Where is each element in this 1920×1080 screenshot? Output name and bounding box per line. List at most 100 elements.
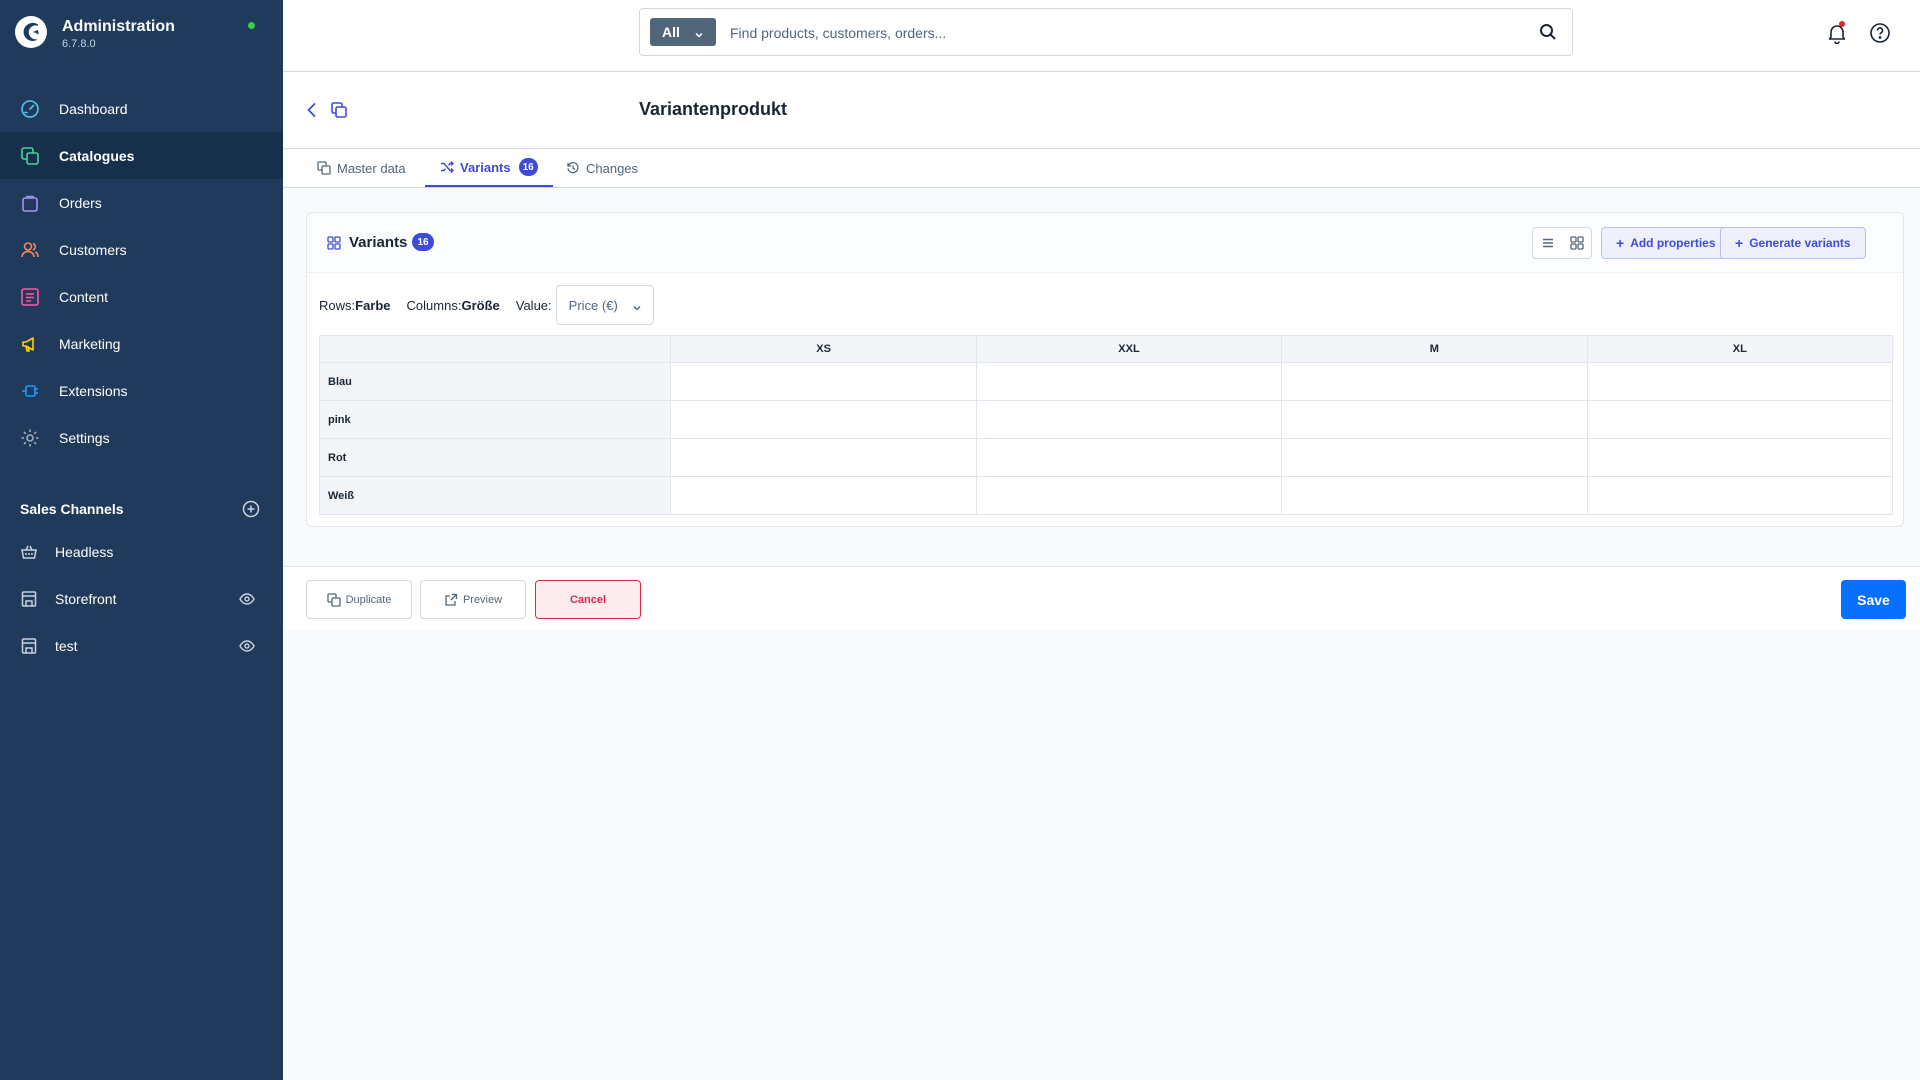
matrix-row: Rot [318, 438, 1894, 477]
sales-channel-label: test [55, 637, 78, 654]
sidebar-item-extensions[interactable]: Extensions [0, 367, 283, 414]
chevron-down-icon [694, 27, 704, 38]
preview-eye-icon[interactable] [239, 638, 255, 654]
sidebar-item-orders[interactable]: Orders [0, 179, 283, 226]
preview-button[interactable]: Preview [420, 580, 526, 619]
view-mode-toggle [1532, 227, 1592, 259]
matrix-cell[interactable] [670, 438, 977, 477]
matrix-cell[interactable] [1586, 362, 1894, 401]
app-title: Administration [62, 18, 175, 35]
shopware-logo-icon[interactable] [14, 15, 48, 49]
extensions-plug-icon [20, 381, 40, 401]
generate-variants-label: Generate variants [1749, 236, 1851, 250]
preview-label: Preview [462, 593, 503, 606]
tab-changes[interactable]: Changes [566, 149, 638, 187]
matrix-cell[interactable] [1586, 438, 1894, 477]
plus-icon: + [1735, 235, 1744, 251]
notifications-bell-icon[interactable] [1826, 21, 1848, 44]
rows-label: Rows: [319, 297, 356, 313]
matrix-cell[interactable] [975, 476, 1283, 515]
duplicate-button[interactable]: Duplicate [306, 580, 412, 619]
app-version: 6.7.8.0 [62, 38, 96, 50]
matrix-cell[interactable] [975, 400, 1283, 439]
sidebar: Administration 6.7.8.0 Dashboard Catalog… [0, 0, 283, 1080]
notification-dot [1839, 21, 1845, 27]
sidebar-item-content[interactable]: Content [0, 273, 283, 320]
sidebar-item-dashboard[interactable]: Dashboard [0, 85, 283, 132]
brand-header: Administration 6.7.8.0 [0, 0, 283, 68]
value-label: Value: [515, 297, 552, 313]
marketing-megaphone-icon [20, 334, 40, 354]
matrix-cell[interactable] [1586, 400, 1894, 439]
storefront-icon [20, 590, 38, 608]
sidebar-item-label: Customers [59, 241, 127, 258]
sidebar-item-settings[interactable]: Settings [0, 414, 283, 461]
variants-count-badge: 16 [518, 158, 538, 176]
matrix-row: Blau [318, 362, 1894, 401]
sidebar-item-marketing[interactable]: Marketing [0, 320, 283, 367]
matrix-cell[interactable] [1281, 400, 1588, 439]
tab-master-data[interactable]: Master data [317, 149, 406, 187]
help-icon[interactable] [1869, 22, 1891, 44]
top-bar: All [283, 0, 1920, 72]
matrix-corner [318, 335, 672, 363]
variants-matrix: XS XXL M XL Blau pink Rot Weiß [318, 335, 1894, 515]
matrix-cell[interactable] [670, 400, 977, 439]
cancel-button[interactable]: Cancel [535, 580, 641, 619]
variants-card-title: Variants [349, 234, 408, 251]
content-icon [20, 287, 40, 307]
rows-value[interactable]: Farbe [355, 298, 390, 313]
preview-eye-icon[interactable] [239, 591, 255, 607]
sidebar-item-label: Settings [59, 429, 110, 446]
matrix-cell[interactable] [670, 362, 977, 401]
matrix-cell[interactable] [975, 438, 1283, 477]
grid-view-icon[interactable] [1562, 228, 1591, 258]
online-status-dot [248, 22, 255, 29]
add-properties-button[interactable]: + Add properties [1601, 227, 1731, 259]
matrix-column-header: XS [670, 335, 977, 363]
search-type-select[interactable]: All [650, 18, 716, 46]
matrix-cell[interactable] [1281, 438, 1588, 477]
sales-channel-test[interactable]: test [0, 622, 283, 669]
variants-card-header: Variants 16 + Add properties + Generate … [307, 213, 1903, 273]
copy-icon[interactable] [330, 101, 348, 119]
value-select[interactable]: Price (€) [555, 285, 654, 325]
sidebar-item-label: Dashboard [59, 100, 128, 117]
matrix-cell[interactable] [1281, 362, 1588, 401]
sidebar-item-customers[interactable]: Customers [0, 226, 283, 273]
sidebar-item-label: Orders [59, 194, 102, 211]
sidebar-item-label: Catalogues [59, 147, 135, 164]
columns-value[interactable]: Größe [461, 298, 499, 313]
tab-variants[interactable]: Variants 16 [425, 149, 553, 187]
generate-variants-button[interactable]: + Generate variants [1720, 227, 1866, 259]
sales-channel-label: Headless [55, 543, 114, 560]
matrix-row-header: Blau [318, 362, 672, 401]
sidebar-item-label: Marketing [59, 335, 121, 352]
search-icon[interactable] [1538, 22, 1558, 42]
sales-channel-headless[interactable]: Headless [0, 528, 283, 575]
add-sales-channel-plus-icon[interactable] [242, 500, 260, 518]
storefront-icon [20, 637, 38, 655]
back-arrow-icon[interactable] [303, 101, 321, 119]
sidebar-item-label: Extensions [59, 382, 128, 399]
external-link-icon [444, 593, 458, 607]
matrix-cell[interactable] [1586, 476, 1894, 515]
basket-icon [20, 543, 38, 561]
sales-channel-storefront[interactable]: Storefront [0, 575, 283, 622]
add-properties-label: Add properties [1630, 236, 1716, 250]
search-input[interactable] [730, 19, 1510, 47]
save-button[interactable]: Save [1841, 580, 1906, 619]
product-tabs: Master data Variants 16 Changes [283, 149, 1920, 188]
plus-icon: + [1616, 235, 1625, 251]
dashboard-gauge-icon [20, 99, 40, 119]
shuffle-icon [440, 160, 454, 174]
list-view-icon[interactable] [1533, 228, 1562, 258]
matrix-cell[interactable] [1281, 476, 1588, 515]
copy-icon [317, 161, 331, 175]
duplicate-label: Duplicate [345, 593, 392, 606]
sales-channels-title: Sales Channels [20, 501, 124, 517]
sidebar-item-catalogues[interactable]: Catalogues [0, 132, 283, 179]
matrix-cell[interactable] [670, 476, 977, 515]
orders-bag-icon [20, 193, 40, 213]
matrix-cell[interactable] [975, 362, 1283, 401]
